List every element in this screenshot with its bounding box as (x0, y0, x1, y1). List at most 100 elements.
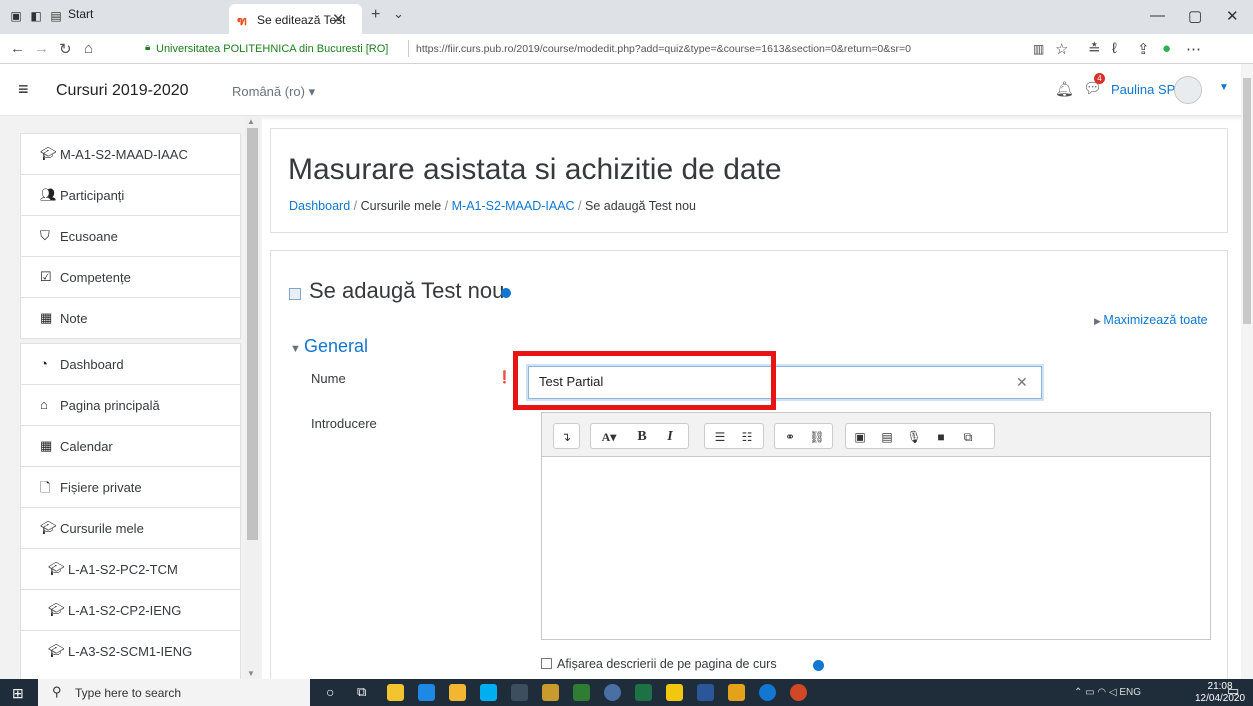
sidebar-item-course-cp2[interactable]: 🎓︎ L-A1-S2-CP2-IENG (21, 590, 240, 631)
more-icon[interactable]: ⋯ (1186, 40, 1201, 58)
sidebar-item-home[interactable]: ⌂ Pagina principală (21, 385, 240, 426)
sidebar-item-participants[interactable]: 👥︎ Participanți (21, 175, 240, 216)
scroll-down-icon[interactable]: ▼ (247, 669, 255, 678)
show-description-checkbox[interactable]: Afișarea descrierii de pe pagina de curs (541, 657, 777, 671)
sidebar-item-competencies[interactable]: ☑ Competențe (21, 257, 240, 298)
app-icon[interactable] (387, 684, 404, 701)
sidebar-item-course-pc2[interactable]: 🎓︎ L-A1-S2-PC2-TCM (21, 549, 240, 590)
app-icon[interactable] (666, 684, 683, 701)
copy-icon[interactable]: ⧉ (957, 427, 979, 447)
sidebar-item-grades[interactable]: ▦ Note (21, 298, 240, 339)
help-icon[interactable] (501, 288, 511, 298)
powerpoint-icon[interactable] (790, 684, 807, 701)
intro-editor[interactable]: ↴ A▾ B I ☰ ☷ ⚭ ⛓ ▣ ▤ 🎙︎ ■ ⧉ (541, 412, 1211, 640)
hamburger-menu-icon[interactable]: ≡ (18, 79, 29, 100)
breadcrumb-dashboard[interactable]: Dashboard (289, 199, 350, 213)
breadcrumb: Dashboard / Cursurile mele / M-A1-S2-MAA… (289, 199, 696, 213)
edge-icon[interactable] (759, 684, 776, 701)
cortana-icon[interactable]: ○ (326, 684, 334, 700)
system-tray[interactable]: ⌃ ▭ ◠ ◁ ENG (1074, 687, 1141, 698)
tab-back-icon[interactable]: ◧ (28, 9, 44, 23)
windows-start-icon[interactable]: ⊞ (12, 685, 24, 702)
tab-active[interactable]: ฑ Se editează Test ✕ (229, 4, 362, 34)
sidebar-item-calendar[interactable]: ▦ Calendar (21, 426, 240, 467)
lock-icon[interactable]: 🔒︎ (145, 42, 150, 53)
tab-start[interactable]: Start (68, 7, 93, 21)
start-tab-icon[interactable]: ▤ (48, 9, 64, 23)
form-heading: Se adaugă Test nou (309, 278, 505, 303)
maximize-icon[interactable]: ▢ (1188, 7, 1202, 25)
home-icon[interactable]: ⌂ (84, 40, 93, 57)
notifications-bell-icon[interactable]: 🔔︎ (1055, 80, 1074, 98)
checkbox[interactable] (541, 658, 552, 669)
task-view-icon[interactable]: ⧉ (357, 684, 366, 700)
media-icon[interactable]: ▤ (876, 427, 898, 447)
site-identity[interactable]: Universitatea POLITEHNICA din Bucuresti … (156, 43, 388, 55)
clock[interactable]: 21:08 12/04/2020 (1195, 681, 1245, 705)
link-icon[interactable]: ⚭ (779, 427, 801, 447)
user-menu-caret-icon[interactable]: ▼ (1219, 82, 1229, 93)
app-icon[interactable] (511, 684, 528, 701)
video-camera-icon[interactable]: ■ (930, 427, 952, 447)
breadcrumb-my-courses[interactable]: Cursurile mele (361, 199, 442, 213)
pen-icon[interactable]: ℓ (1112, 40, 1117, 57)
app-icon[interactable] (542, 684, 559, 701)
toolbar-group-text: A▾ B I (590, 423, 689, 449)
section-general-toggle[interactable]: ▼ General (290, 336, 368, 357)
toolbar-collapse-icon[interactable]: ↴ (555, 427, 577, 447)
avatar[interactable] (1174, 76, 1202, 104)
taskbar-search[interactable]: ⚲ Type here to search (38, 679, 310, 706)
quiz-icon (289, 288, 301, 300)
bold-icon[interactable]: B (631, 427, 653, 447)
microphone-icon[interactable]: 🎙︎ (903, 427, 925, 447)
ordered-list-icon[interactable]: ☷ (736, 427, 758, 447)
forward-icon[interactable]: → (34, 40, 49, 57)
windows-taskbar: ⊞ ⚲ Type here to search ○ ⧉ ⌃ ▭ ◠ ◁ ENG … (0, 679, 1253, 706)
chevron-down-icon[interactable]: ⌄ (393, 6, 404, 22)
sidebar-item-course-scm1[interactable]: 🎓︎ L-A3-S2-SCM1-IENG (21, 631, 240, 672)
home-icon: ⌂ (40, 397, 48, 412)
unlink-icon[interactable]: ⛓ (806, 427, 828, 447)
italic-icon[interactable]: I (659, 427, 681, 447)
extension-icon[interactable]: ● (1162, 40, 1171, 57)
url-field[interactable]: https://fiir.curs.pub.ro/2019/course/mod… (416, 43, 911, 55)
sidebar-item-private-files[interactable]: 🗋 Fișiere private (21, 467, 240, 508)
app-icon[interactable] (728, 684, 745, 701)
word-icon[interactable] (697, 684, 714, 701)
sidebar-item-my-courses[interactable]: 🎓︎ Cursurile mele (21, 508, 240, 549)
sidebar-item-dashboard[interactable]: ◔ Dashboard (21, 344, 240, 385)
favorite-star-icon[interactable]: ☆ (1055, 40, 1068, 58)
expand-all-link[interactable]: ▶ Maximizează toate (1094, 313, 1208, 327)
close-tab-icon[interactable]: ✕ (332, 10, 345, 28)
back-icon[interactable]: ← (10, 40, 25, 57)
reading-view-icon[interactable]: ▥ (1033, 42, 1044, 56)
scroll-up-icon[interactable]: ▲ (247, 117, 255, 126)
skype-icon[interactable] (480, 684, 497, 701)
clear-input-icon[interactable]: ✕ (1016, 374, 1028, 391)
refresh-icon[interactable]: ↻ (59, 40, 72, 58)
mail-icon[interactable] (418, 684, 435, 701)
table-icon: ▦ (40, 310, 53, 325)
sidebar-scrollbar-thumb[interactable] (247, 128, 258, 540)
calendar-icon: ▦ (40, 438, 53, 453)
breadcrumb-course[interactable]: M-A1-S2-MAAD-IAAC (452, 199, 575, 213)
tab-actions-icon[interactable]: ▣ (8, 9, 24, 23)
image-icon[interactable]: ▣ (849, 427, 871, 447)
language-menu[interactable]: Română (ro) ▾ (232, 84, 315, 100)
minimize-icon[interactable]: — (1150, 7, 1165, 24)
close-window-icon[interactable]: ✕ (1226, 7, 1239, 25)
excel-icon[interactable] (635, 684, 652, 701)
sidebar-item-badges[interactable]: ⛉ Ecusoane (21, 216, 240, 257)
file-explorer-icon[interactable] (449, 684, 466, 701)
share-icon[interactable]: ⇪ (1137, 40, 1150, 58)
site-name[interactable]: Cursuri 2019-2020 (56, 82, 189, 100)
sidebar-item-course[interactable]: 🎓︎ M-A1-S2-MAAD-IAAC (21, 134, 240, 175)
app-icon[interactable] (573, 684, 590, 701)
page-scrollbar-thumb[interactable] (1243, 78, 1251, 324)
font-style-icon[interactable]: A▾ (594, 427, 624, 447)
favorites-list-icon[interactable]: ≛ (1088, 40, 1101, 58)
new-tab-icon[interactable]: + (371, 6, 380, 24)
help-icon[interactable] (813, 660, 824, 671)
app-icon[interactable] (604, 684, 621, 701)
unordered-list-icon[interactable]: ☰ (709, 427, 731, 447)
